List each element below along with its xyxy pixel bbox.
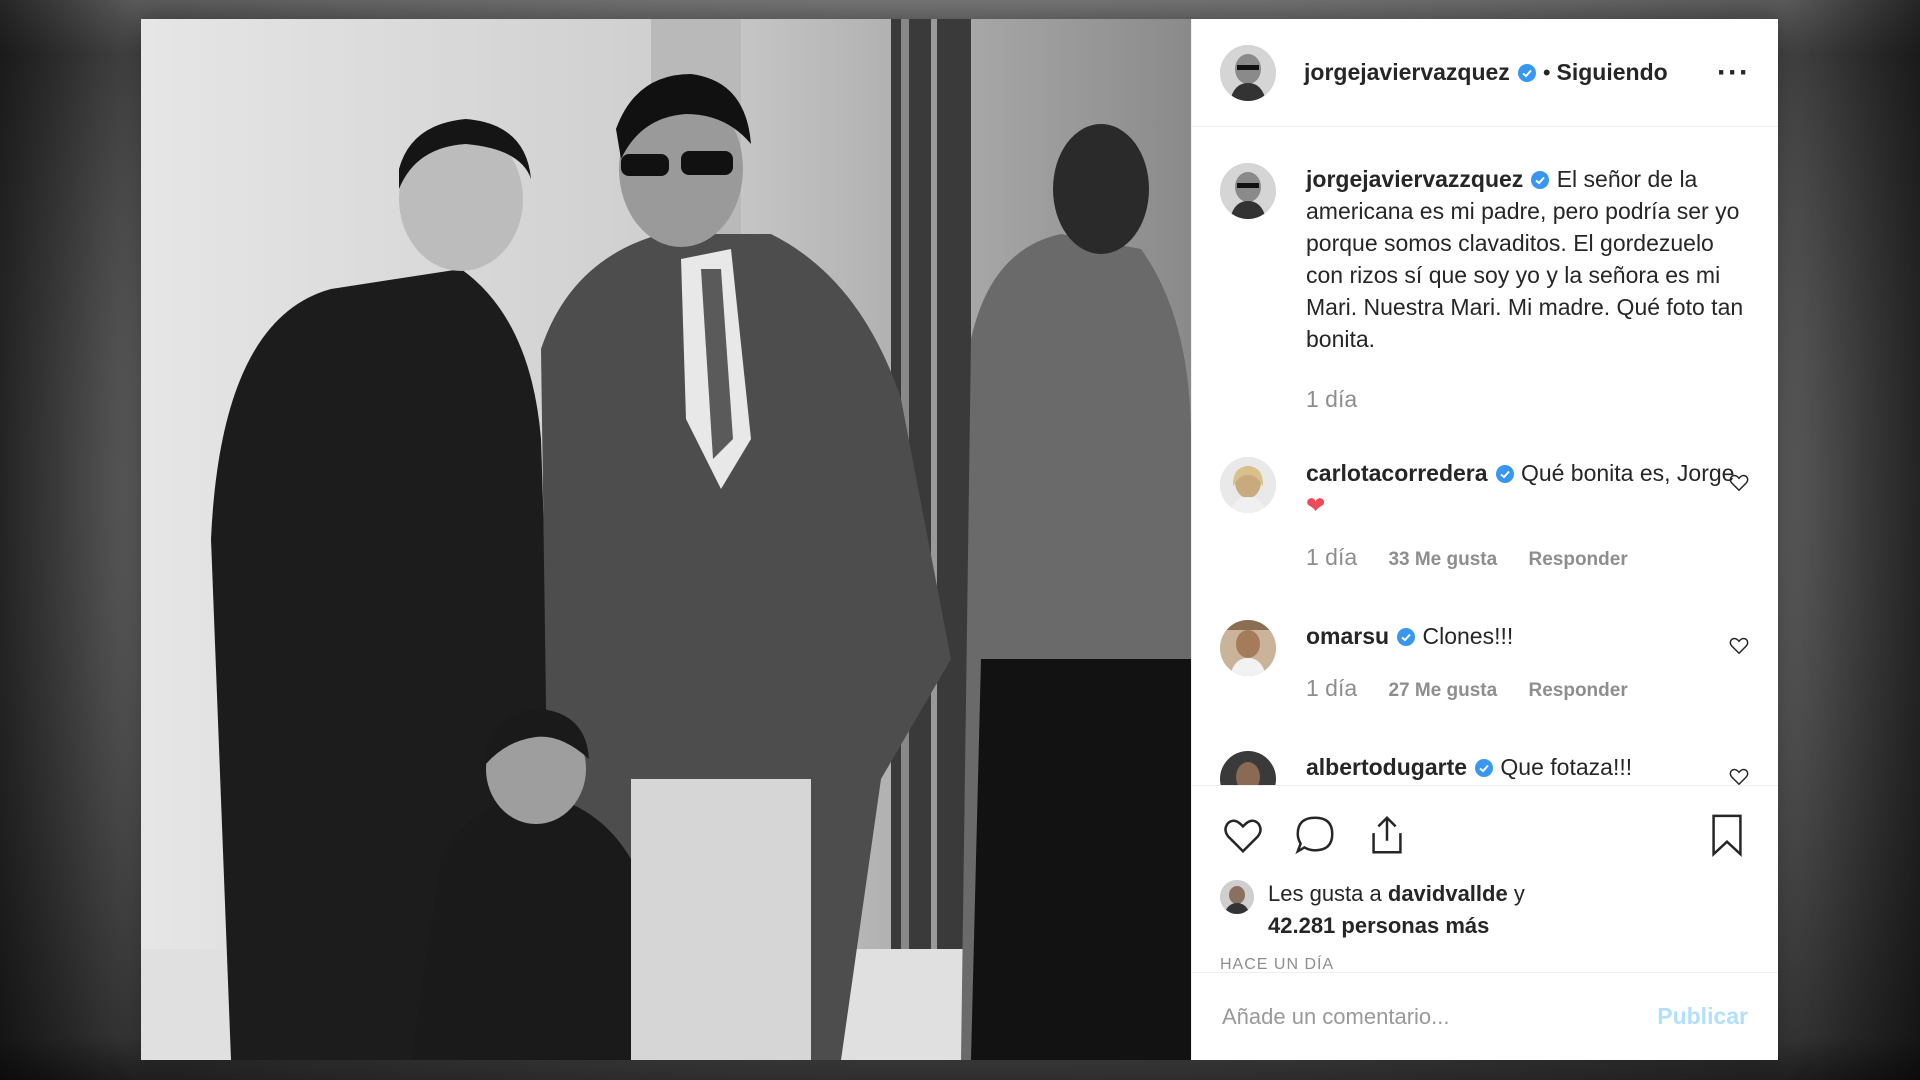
comment-username[interactable]: omarsu (1306, 623, 1389, 649)
liker-avatar[interactable] (1220, 880, 1254, 914)
comment-item: omarsu Clones!!! 1 día 27 Me gusta Respo… (1220, 620, 1750, 707)
commenter-avatar[interactable] (1220, 751, 1276, 785)
post-sidebar: jorgejaviervazquez • Siguiendo ··· jorge… (1191, 19, 1778, 1060)
separator-dot: • (1542, 59, 1551, 85)
heart-emoji: ❤ (1306, 492, 1326, 518)
post-actions: Les gusta a davidvallde y 42.281 persona… (1192, 785, 1778, 973)
reply-button[interactable]: Responder (1528, 680, 1627, 701)
verified-icon (1531, 171, 1550, 189)
comment-input[interactable] (1220, 1002, 1652, 1031)
comment-item: carlotacorredera Qué bonita es, Jorge ❤ … (1220, 457, 1750, 576)
likes-text: Les gusta a davidvallde y 42.281 persona… (1268, 878, 1525, 942)
liker-username[interactable]: davidvallde (1388, 881, 1508, 906)
instagram-post: jorgejaviervazquez • Siguiendo ··· jorge… (141, 19, 1778, 1060)
commenter-avatar[interactable] (1220, 620, 1276, 676)
action-icons (1220, 810, 1750, 860)
comment-time: 1 día (1306, 544, 1358, 570)
post-photo (141, 19, 1191, 1060)
comment-meta: 1 día 27 Me gusta Responder (1306, 672, 1750, 707)
share-icon[interactable] (1364, 812, 1410, 858)
caption-username[interactable]: jorgejaviervazzquez (1306, 166, 1523, 192)
author-avatar[interactable] (1220, 44, 1276, 101)
comment-text: Clones!!! (1422, 623, 1514, 649)
add-comment-bar: Publicar (1192, 972, 1778, 1060)
comment-body: carlotacorredera Qué bonita es, Jorge ❤ … (1306, 457, 1750, 576)
verified-icon (1517, 63, 1536, 82)
caption-text-block: jorgejaviervazzquez El señor de la ameri… (1306, 163, 1750, 418)
comment-text: Que fotaza!!! (1500, 754, 1633, 780)
comment-item: albertodugarte Que fotaza!!! (1220, 751, 1750, 785)
comment-text: Qué bonita es, Jorge (1520, 460, 1735, 486)
more-icon[interactable]: ··· (1717, 57, 1750, 87)
comment-meta: 1 día 33 Me gusta Responder (1306, 541, 1750, 576)
comment-like-icon[interactable] (1728, 471, 1750, 493)
publish-button[interactable]: Publicar (1651, 1002, 1754, 1031)
reply-button[interactable]: Responder (1528, 549, 1627, 570)
likes-prefix: Les gusta a (1268, 881, 1382, 906)
bookmark-icon[interactable] (1704, 812, 1750, 858)
comment-icon[interactable] (1292, 812, 1338, 858)
caption-meta: 1 día (1306, 383, 1750, 418)
verified-icon (1397, 628, 1416, 646)
comment-like-icon[interactable] (1728, 634, 1750, 656)
caption: jorgejaviervazzquez El señor de la ameri… (1220, 163, 1750, 418)
likes-conj: y (1513, 881, 1525, 906)
author-username[interactable]: jorgejaviervazquez (1304, 59, 1510, 86)
post-header: jorgejaviervazquez • Siguiendo ··· (1192, 19, 1778, 127)
comment-likes[interactable]: 27 Me gusta (1388, 680, 1497, 701)
like-icon[interactable] (1220, 812, 1266, 858)
likes-count[interactable]: 42.281 personas más (1268, 913, 1489, 938)
following-button[interactable]: Siguiendo (1557, 59, 1668, 86)
comment-body: albertodugarte Que fotaza!!! (1306, 751, 1750, 785)
comment-body: omarsu Clones!!! 1 día 27 Me gusta Respo… (1306, 620, 1750, 707)
caption-time: 1 día (1306, 386, 1358, 412)
verified-icon (1475, 759, 1494, 777)
likes-summary: Les gusta a davidvallde y 42.281 persona… (1220, 878, 1750, 942)
author-avatar[interactable] (1220, 163, 1276, 219)
comment-username[interactable]: albertodugarte (1306, 754, 1467, 780)
comments-section[interactable]: jorgejaviervazzquez El señor de la ameri… (1192, 127, 1778, 785)
verified-icon (1495, 465, 1514, 483)
comment-username[interactable]: carlotacorredera (1306, 460, 1488, 486)
comment-like-icon[interactable] (1728, 765, 1750, 785)
caption-text: El señor de la americana es mi padre, pe… (1306, 166, 1744, 352)
comment-likes[interactable]: 33 Me gusta (1388, 549, 1497, 570)
commenter-avatar[interactable] (1220, 457, 1276, 513)
comment-time: 1 día (1306, 675, 1358, 701)
